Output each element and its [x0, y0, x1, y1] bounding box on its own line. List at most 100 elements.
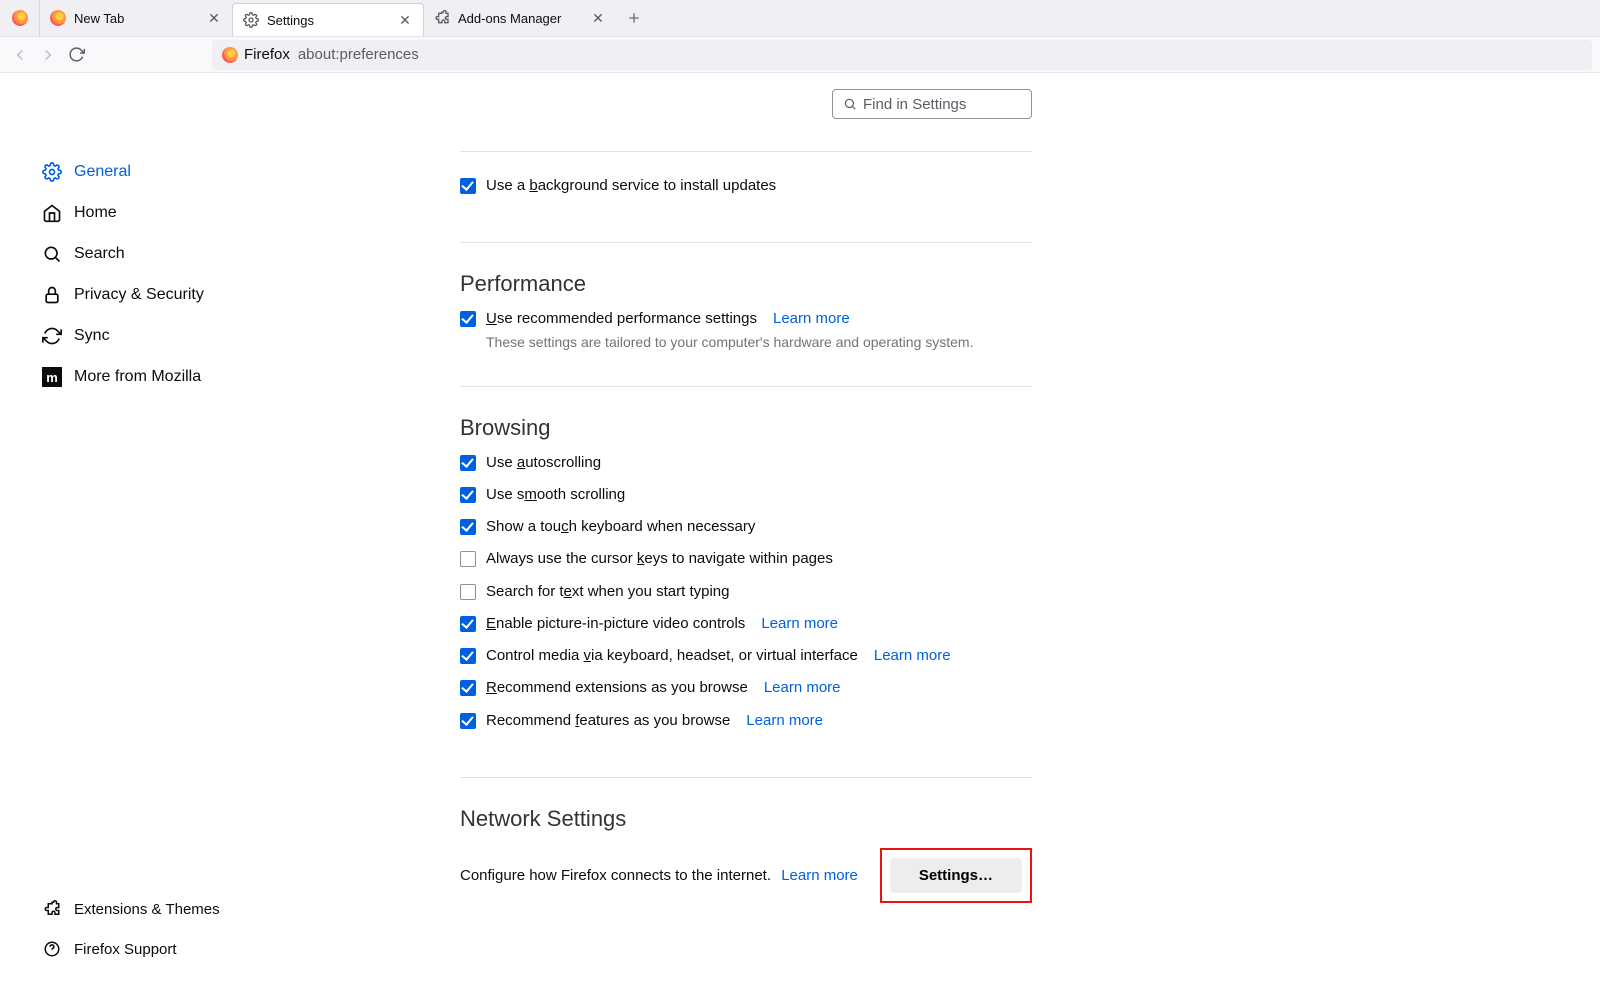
sidebar-item-support[interactable]: Firefox Support — [36, 933, 226, 965]
learn-more-link[interactable]: Learn more — [773, 309, 850, 329]
tab-strip: New Tab ✕ Settings ✕ Add-ons Manager ✕ — [0, 0, 1600, 37]
close-tab-icon[interactable]: ✕ — [397, 12, 413, 28]
checkbox-recommend-feat[interactable]: Recommend features as you browse Learn m… — [460, 705, 1032, 737]
checkbox-label: Control media via keyboard, headset, or … — [486, 646, 858, 666]
sidebar-item-more-mozilla[interactable]: m More from Mozilla — [36, 356, 220, 397]
url-bar[interactable]: Firefox about:preferences — [212, 40, 1592, 70]
section-title-browsing: Browsing — [460, 415, 1032, 441]
tab-title: Add-ons Manager — [458, 11, 582, 26]
checkbox-bg-service[interactable]: Use a background service to install upda… — [460, 170, 1032, 202]
sidebar-item-label: Sync — [74, 327, 110, 345]
sidebar-item-search[interactable]: Search — [36, 233, 220, 274]
firefox-favicon-icon — [50, 10, 66, 26]
identity-box[interactable]: Firefox — [222, 46, 290, 63]
checkbox-label: Use recommended performance settings — [486, 309, 757, 329]
settings-sidebar: General Home Search Privacy & Security — [0, 73, 230, 985]
sidebar-item-label: Search — [74, 245, 125, 263]
checkbox-touch-keyboard[interactable]: Show a touch keyboard when necessary — [460, 511, 1032, 543]
learn-more-link[interactable]: Learn more — [874, 646, 951, 666]
tab-new-tab[interactable]: New Tab ✕ — [40, 0, 232, 36]
checkbox-label: Use autoscrolling — [486, 453, 601, 473]
firefox-logo-icon — [12, 10, 28, 26]
sidebar-item-label: Privacy & Security — [74, 286, 204, 304]
svg-text:m: m — [46, 370, 58, 385]
checkbox-recommend-ext[interactable]: Recommend extensions as you browse Learn… — [460, 672, 1032, 704]
app-menu-icon[interactable] — [0, 0, 40, 36]
checkbox-icon — [460, 487, 476, 503]
home-icon — [42, 203, 62, 223]
search-icon — [843, 97, 857, 111]
checkbox-icon — [460, 178, 476, 194]
puzzle-icon — [42, 899, 62, 919]
close-tab-icon[interactable]: ✕ — [590, 10, 606, 26]
sidebar-item-label: Extensions & Themes — [74, 901, 220, 918]
mozilla-icon: m — [42, 367, 62, 387]
find-in-settings[interactable]: Find in Settings — [832, 89, 1032, 119]
learn-more-link[interactable]: Learn more — [746, 711, 823, 731]
checkbox-search-typing[interactable]: Search for text when you start typing — [460, 576, 1032, 608]
tab-title: Settings — [267, 13, 389, 28]
settings-main: Find in Settings Use a background servic… — [230, 73, 1600, 985]
sidebar-item-label: Firefox Support — [74, 941, 177, 958]
firefox-logo-icon — [222, 47, 238, 63]
checkbox-smooth-scroll[interactable]: Use smooth scrolling — [460, 479, 1032, 511]
learn-more-link[interactable]: Learn more — [761, 614, 838, 634]
checkbox-label: Use smooth scrolling — [486, 485, 625, 505]
content-area: General Home Search Privacy & Security — [0, 73, 1600, 985]
identity-label: Firefox — [244, 46, 290, 63]
tab-addons[interactable]: Add-ons Manager ✕ — [424, 0, 616, 36]
sidebar-item-extensions[interactable]: Extensions & Themes — [36, 893, 226, 925]
nav-list: General Home Search Privacy & Security — [36, 151, 220, 397]
checkbox-icon — [460, 551, 476, 567]
close-tab-icon[interactable]: ✕ — [206, 10, 222, 26]
sidebar-item-privacy[interactable]: Privacy & Security — [36, 274, 220, 315]
checkbox-icon — [460, 584, 476, 600]
checkbox-autoscroll[interactable]: Use autoscrolling — [460, 447, 1032, 479]
checkbox-label: Recommend features as you browse — [486, 711, 730, 731]
network-desc: Configure how Firefox connects to the in… — [460, 867, 858, 884]
checkbox-pip[interactable]: Enable picture-in-picture video controls… — [460, 608, 1032, 640]
sidebar-footer: Extensions & Themes Firefox Support — [36, 893, 226, 965]
tab-settings[interactable]: Settings ✕ — [232, 3, 424, 36]
back-button[interactable] — [8, 40, 32, 70]
checkbox-icon — [460, 519, 476, 535]
search-icon — [42, 244, 62, 264]
checkbox-label: Recommend extensions as you browse — [486, 678, 748, 698]
find-placeholder: Find in Settings — [863, 96, 966, 113]
checkbox-label: Show a touch keyboard when necessary — [486, 517, 755, 537]
lock-icon — [42, 285, 62, 305]
learn-more-link[interactable]: Learn more — [764, 678, 841, 698]
network-settings-button[interactable]: Settings… — [890, 858, 1022, 893]
puzzle-icon — [434, 10, 450, 26]
checkbox-label: Always use the cursor keys to navigate w… — [486, 549, 833, 569]
help-icon — [42, 939, 62, 959]
sidebar-item-label: Home — [74, 204, 117, 222]
checkbox-icon — [460, 311, 476, 327]
checkbox-cursor-keys[interactable]: Always use the cursor keys to navigate w… — [460, 543, 1032, 575]
reload-button[interactable] — [64, 40, 88, 70]
sidebar-item-label: More from Mozilla — [74, 368, 201, 386]
checkbox-perf-recommended[interactable]: Use recommended performance settings Lea… — [460, 303, 1032, 335]
checkbox-label: Search for text when you start typing — [486, 582, 729, 602]
sidebar-item-sync[interactable]: Sync — [36, 315, 220, 356]
forward-button[interactable] — [36, 40, 60, 70]
sidebar-item-general[interactable]: General — [36, 151, 220, 192]
sidebar-item-label: General — [74, 163, 131, 181]
sidebar-item-home[interactable]: Home — [36, 192, 220, 233]
tab-title: New Tab — [74, 11, 198, 26]
nav-toolbar: Firefox about:preferences — [0, 37, 1600, 73]
gear-icon — [243, 12, 259, 28]
new-tab-button[interactable] — [616, 0, 652, 36]
checkbox-icon — [460, 455, 476, 471]
checkbox-icon — [460, 648, 476, 664]
checkbox-icon — [460, 713, 476, 729]
learn-more-link[interactable]: Learn more — [781, 867, 858, 884]
highlighted-settings-button: Settings… — [880, 848, 1032, 903]
checkbox-label: Use a background service to install upda… — [486, 176, 776, 196]
checkbox-icon — [460, 680, 476, 696]
checkbox-icon — [460, 616, 476, 632]
section-title-performance: Performance — [460, 271, 1032, 297]
checkbox-media-keys[interactable]: Control media via keyboard, headset, or … — [460, 640, 1032, 672]
section-title-network: Network Settings — [460, 806, 1032, 832]
sync-icon — [42, 326, 62, 346]
